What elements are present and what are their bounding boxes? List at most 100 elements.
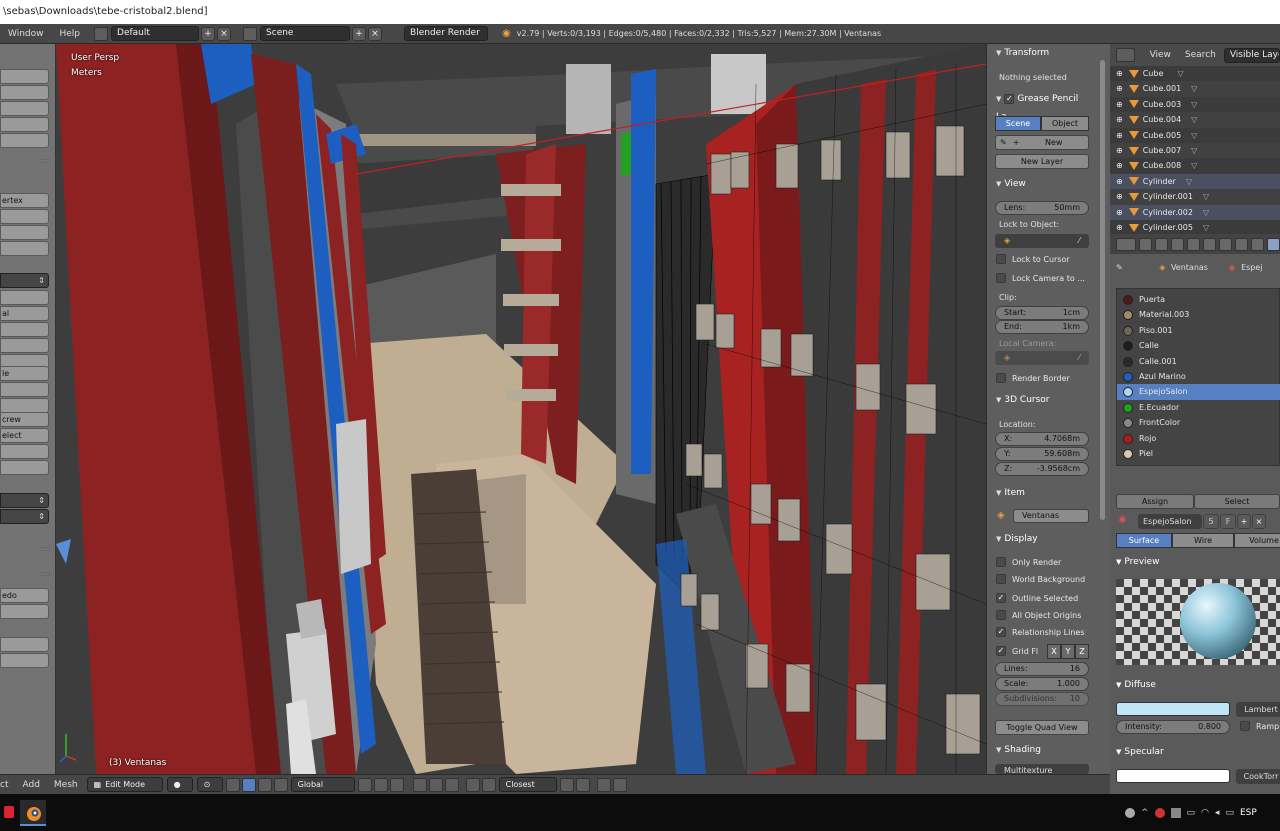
specular-panel-header[interactable]: ▼ Specular (1116, 747, 1164, 757)
material-name-field[interactable]: EspejoSalon (1138, 514, 1202, 529)
tool-dropdown[interactable]: ⇕ (0, 509, 49, 524)
tool-button[interactable] (0, 209, 49, 224)
menu-add[interactable]: Add (15, 780, 46, 790)
specular-shader-selector[interactable]: CookTorr (1236, 769, 1280, 784)
expand-icon[interactable]: ⊕ (1116, 84, 1123, 93)
tool-button[interactable] (0, 338, 49, 353)
axis-z-toggle[interactable]: Z (1075, 644, 1089, 659)
world-background-checkbox[interactable]: World Background (996, 574, 1085, 584)
pivot-selector[interactable]: ⊙ (196, 777, 223, 792)
properties-scrollbar[interactable] (1100, 60, 1105, 520)
tray-app-icon[interactable] (1170, 808, 1181, 818)
material-wire-tab[interactable]: Wire (1172, 533, 1234, 548)
tool-button[interactable]: le (0, 366, 49, 381)
layout-grid-icon[interactable] (94, 26, 109, 41)
input-language[interactable]: ESP (1240, 808, 1257, 818)
relationship-lines-checkbox[interactable]: ✓ Relationship Lines (996, 627, 1085, 637)
mode-selector[interactable]: ▦ Edit Mode (86, 777, 163, 792)
snap-align-icon[interactable] (559, 777, 574, 792)
network-icon[interactable]: ▭ (1187, 808, 1196, 818)
expand-icon[interactable]: ⊕ (1116, 223, 1123, 232)
tool-button[interactable]: edo (0, 588, 49, 603)
tool-button[interactable] (0, 225, 49, 240)
scene-tab-icon[interactable] (1171, 237, 1184, 251)
material-add-button[interactable]: + (1237, 514, 1251, 529)
outliner-filter-selector[interactable]: Visible Layers (1223, 47, 1280, 63)
wifi-icon[interactable]: ◠ (1201, 808, 1209, 818)
tool-button[interactable] (0, 604, 49, 619)
expand-icon[interactable]: ⊕ (1116, 192, 1123, 201)
material-tab-icon[interactable] (1267, 237, 1280, 251)
layer-icon[interactable] (389, 777, 404, 792)
material-slot[interactable]: Puerta (1117, 292, 1280, 307)
vertex-select-icon[interactable] (412, 777, 427, 792)
transform-panel-header[interactable]: ▼ Transform (987, 44, 1091, 62)
face-select-icon[interactable] (444, 777, 459, 792)
tool-button[interactable] (0, 460, 49, 475)
material-remove-button[interactable]: × (1252, 514, 1266, 529)
outliner-view-menu[interactable]: View (1150, 50, 1171, 60)
outline-selected-checkbox[interactable]: ✓ Outline Selected (996, 593, 1078, 603)
item-name-field[interactable]: Ventanas (1013, 509, 1089, 523)
rotate-icon[interactable] (257, 777, 272, 792)
grease-scene-tab[interactable]: Scene (995, 116, 1041, 131)
axis-y-toggle[interactable]: Y (1061, 644, 1075, 659)
pin-icon[interactable]: ✎ (1116, 263, 1123, 272)
material-slot[interactable]: Calle.001 (1117, 354, 1280, 369)
render-engine-selector[interactable]: Blender Render (404, 26, 489, 41)
menu-select[interactable]: ct (0, 780, 15, 790)
snap-target-selector[interactable]: Closest (498, 777, 557, 792)
expand-icon[interactable]: ⊕ (1116, 161, 1123, 170)
material-select-button[interactable]: Select (1194, 494, 1280, 509)
lock-to-cursor-checkbox[interactable]: Lock to Cursor (996, 254, 1070, 264)
panel-grip[interactable]: :::: (40, 156, 51, 165)
layer-icon[interactable] (357, 777, 372, 792)
grid-lines-field[interactable]: Lines: 16 (995, 662, 1089, 676)
tool-button[interactable] (0, 101, 49, 116)
layout-selector[interactable]: Default (111, 26, 200, 41)
item-panel-header[interactable]: ▼ Item (987, 484, 1091, 502)
material-slot[interactable]: Piso.001 (1117, 323, 1280, 338)
3d-viewport[interactable]: User Persp Meters (3) Ventanas (56, 44, 986, 774)
tool-button[interactable] (0, 85, 49, 100)
new-layer-button[interactable]: New Layer (995, 154, 1089, 169)
volume-icon[interactable]: ◂ (1215, 808, 1220, 818)
data-tab-icon[interactable] (1251, 237, 1264, 251)
expand-icon[interactable]: ⊕ (1116, 100, 1123, 109)
grease-pencil-panel-header[interactable]: ▼✓Grease Pencil La (987, 90, 1091, 122)
outliner-item[interactable]: ⊕ Cube.001 ▽ (1110, 81, 1280, 97)
material-fake-user-button[interactable]: F (1220, 514, 1236, 529)
view-panel-header[interactable]: ▼ View (987, 175, 1091, 193)
viewport-shading-selector[interactable]: ● (166, 777, 193, 792)
scene-add-icon[interactable]: + (352, 26, 367, 41)
lock-camera-checkbox[interactable]: Lock Camera to ... (996, 273, 1085, 283)
diffuse-intensity-field[interactable]: Intensity: 0.800 (1116, 720, 1230, 734)
material-preview-icon[interactable]: ◉ (1118, 514, 1127, 525)
material-slot[interactable]: FrontColor (1117, 415, 1280, 430)
tool-button[interactable] (0, 290, 49, 305)
material-slot[interactable]: E.Ecuador (1117, 400, 1280, 415)
tool-button[interactable] (0, 637, 49, 652)
outliner-item[interactable]: ⊕ Cube.007 ▽ (1110, 143, 1280, 159)
outliner-item[interactable]: ⊕ Cube ▽ (1110, 66, 1280, 81)
panel-grip[interactable]: :::: (40, 544, 51, 553)
manipulator-icon[interactable] (225, 777, 240, 792)
display-panel-header[interactable]: ▼ Display (987, 530, 1091, 548)
outliner-item[interactable]: ⊕ Cube.004 ▽ (1110, 112, 1280, 128)
battery-icon[interactable]: ▭ (1225, 808, 1234, 818)
expand-icon[interactable]: ⊕ (1116, 146, 1123, 155)
tool-button[interactable] (0, 322, 49, 337)
tool-button[interactable] (0, 241, 49, 256)
lock-object-field[interactable]: ◈ ⁄ (995, 234, 1089, 248)
grease-new-button[interactable]: ✎ + New (995, 135, 1089, 150)
toggle-quad-view-button[interactable]: Toggle Quad View (995, 720, 1089, 735)
tool-button[interactable] (0, 444, 49, 459)
tool-button[interactable] (0, 133, 49, 148)
scene-remove-icon[interactable]: × (368, 26, 383, 41)
scale-icon[interactable] (273, 777, 288, 792)
tool-dropdown[interactable]: ⇕ (0, 493, 49, 508)
blender-taskbar-icon[interactable] (20, 800, 46, 826)
expand-icon[interactable]: ⊕ (1116, 131, 1123, 140)
layout-remove-icon[interactable]: × (217, 26, 232, 41)
grease-pencil-checkbox[interactable]: ✓ (1004, 93, 1015, 104)
